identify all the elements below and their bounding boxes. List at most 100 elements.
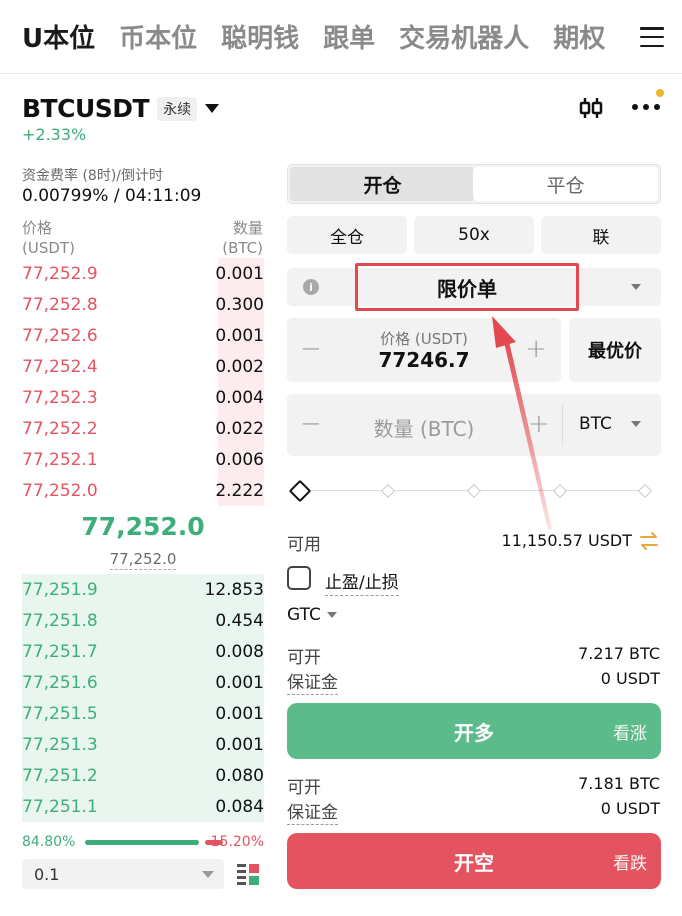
- ask-qty: 2.222: [215, 480, 264, 501]
- tab-close[interactable]: 平仓: [473, 167, 658, 201]
- bid-row[interactable]: 77,251.9 12.853: [22, 574, 264, 605]
- slider-tick-50[interactable]: [466, 483, 482, 499]
- ask-price: 77,252.6: [22, 325, 98, 346]
- mark-price-value: 77,252.0: [109, 550, 177, 570]
- ask-row[interactable]: 77,252.4 0.002: [22, 351, 264, 382]
- funding-rate-label[interactable]: 资金费率 (8时)/倒计时: [22, 165, 163, 185]
- qty-header-unit: (BTC): [222, 239, 263, 257]
- open-short-button[interactable]: 开空 看跌: [287, 833, 661, 889]
- tab-copy-trading[interactable]: 跟单: [323, 18, 375, 55]
- ask-qty: 0.001: [215, 263, 264, 284]
- info-icon[interactable]: i: [303, 279, 319, 295]
- open-long-label: 开多: [454, 720, 494, 745]
- long-margin-label[interactable]: 保证金: [287, 668, 338, 695]
- short-max-value: 7.181 BTC: [578, 774, 660, 793]
- bid-row[interactable]: 77,251.1 0.084: [22, 791, 264, 822]
- ask-price: 77,252.9: [22, 263, 98, 284]
- bid-qty: 12.853: [204, 579, 264, 600]
- best-price-button[interactable]: 最优价: [569, 318, 661, 382]
- slider-tick-25[interactable]: [380, 483, 396, 499]
- tab-usdt-m[interactable]: U本位: [22, 18, 95, 55]
- time-in-force-value: GTC: [287, 605, 321, 625]
- available-value: 11,150.57 USDT: [501, 531, 632, 550]
- ask-qty: 0.004: [215, 387, 264, 408]
- last-price[interactable]: 77,252.0: [22, 512, 264, 541]
- price-field-value: 77246.7: [378, 348, 470, 372]
- bid-price: 77,251.3: [22, 734, 98, 755]
- tab-open[interactable]: 开仓: [290, 167, 475, 201]
- ask-row[interactable]: 77,252.0 2.222: [22, 475, 264, 506]
- slider-handle[interactable]: [288, 479, 312, 503]
- bid-row[interactable]: 77,251.8 0.454: [22, 605, 264, 636]
- ask-row[interactable]: 77,252.8 0.300: [22, 289, 264, 320]
- ratio-bar: [85, 840, 223, 845]
- increase-price-button[interactable]: +: [525, 336, 547, 362]
- position-mode-button[interactable]: 联: [541, 216, 661, 254]
- tpsl-label[interactable]: 止盈/止损: [325, 568, 399, 596]
- tab-trading-bots[interactable]: 交易机器人: [399, 18, 529, 55]
- caret-down-icon: [631, 284, 641, 290]
- ask-qty: 0.022: [215, 418, 264, 439]
- slider-tick-75[interactable]: [552, 483, 568, 499]
- ask-price: 77,252.8: [22, 294, 98, 315]
- orderbook-qty-header: 数量 (BTC): [222, 218, 263, 258]
- ask-row[interactable]: 77,252.3 0.004: [22, 382, 264, 413]
- ask-row[interactable]: 77,252.9 0.001: [22, 258, 264, 289]
- margin-mode-button[interactable]: 全仓: [287, 216, 407, 254]
- divider: [562, 404, 563, 446]
- bid-row[interactable]: 77,251.6 0.001: [22, 667, 264, 698]
- qty-header-label: 数量: [232, 219, 263, 237]
- quantity-field[interactable]: − 数量 (BTC) + BTC: [287, 394, 661, 456]
- short-margin-label[interactable]: 保证金: [287, 798, 338, 825]
- ask-qty: 0.002: [215, 356, 264, 377]
- quantity-placeholder: 数量 (BTC): [373, 417, 475, 441]
- bid-qty: 0.084: [215, 796, 264, 817]
- precision-select[interactable]: 0.1: [22, 859, 224, 889]
- transfer-icon[interactable]: [639, 531, 659, 551]
- notification-dot: [656, 89, 664, 97]
- sell-ratio-bar: [204, 840, 223, 845]
- quantity-unit-select[interactable]: BTC: [579, 414, 612, 434]
- short-margin-value: 0 USDT: [600, 799, 660, 818]
- bid-qty: 0.008: [215, 641, 264, 662]
- symbol-selector[interactable]: BTCUSDT 永续: [22, 94, 220, 123]
- ask-price: 77,252.3: [22, 387, 98, 408]
- price-header-unit: (USDT): [22, 239, 75, 257]
- short-max-label: 可开: [287, 778, 321, 798]
- ask-price: 77,252.4: [22, 356, 98, 377]
- bid-row[interactable]: 77,251.2 0.080: [22, 760, 264, 791]
- bid-row[interactable]: 77,251.5 0.001: [22, 698, 264, 729]
- menu-button[interactable]: [622, 0, 682, 73]
- amount-slider[interactable]: [288, 479, 656, 503]
- ask-row[interactable]: 77,252.1 0.006: [22, 444, 264, 475]
- ask-row[interactable]: 77,252.6 0.001: [22, 320, 264, 351]
- increase-qty-button[interactable]: +: [528, 411, 550, 437]
- bid-row[interactable]: 77,251.3 0.001: [22, 729, 264, 760]
- tpsl-checkbox[interactable]: [287, 566, 311, 590]
- leverage-button[interactable]: 50x: [414, 216, 534, 254]
- tab-smart-money[interactable]: 聪明钱: [221, 18, 299, 55]
- caret-down-icon: [202, 871, 214, 878]
- bid-qty: 0.080: [215, 765, 264, 786]
- price-field[interactable]: − 价格 (USDT) 77246.7 +: [287, 318, 561, 382]
- tab-options[interactable]: 期权: [553, 18, 605, 55]
- bid-row[interactable]: 77,251.7 0.008: [22, 636, 264, 667]
- bid-qty: 0.001: [215, 703, 264, 724]
- slider-tick-100[interactable]: [637, 483, 653, 499]
- open-long-sublabel: 看涨: [613, 723, 647, 744]
- hamburger-menu-icon: [640, 27, 664, 47]
- tab-coin-m[interactable]: 币本位: [119, 18, 197, 55]
- open-long-button[interactable]: 开多 看涨: [287, 703, 661, 759]
- bid-price: 77,251.6: [22, 672, 98, 693]
- buy-ratio-bar: [85, 840, 200, 845]
- long-max-value: 7.217 BTC: [578, 644, 660, 663]
- time-in-force-select[interactable]: GTC: [287, 605, 337, 625]
- ask-row[interactable]: 77,252.2 0.022: [22, 413, 264, 444]
- price-header-label: 价格: [22, 219, 53, 237]
- candlestick-chart-icon[interactable]: [578, 96, 604, 120]
- contract-type-tag: 永续: [157, 96, 198, 121]
- orderbook-layout-icon[interactable]: [236, 862, 260, 886]
- bid-price: 77,251.1: [22, 796, 98, 817]
- bid-qty: 0.001: [215, 734, 264, 755]
- more-icon[interactable]: [632, 104, 660, 112]
